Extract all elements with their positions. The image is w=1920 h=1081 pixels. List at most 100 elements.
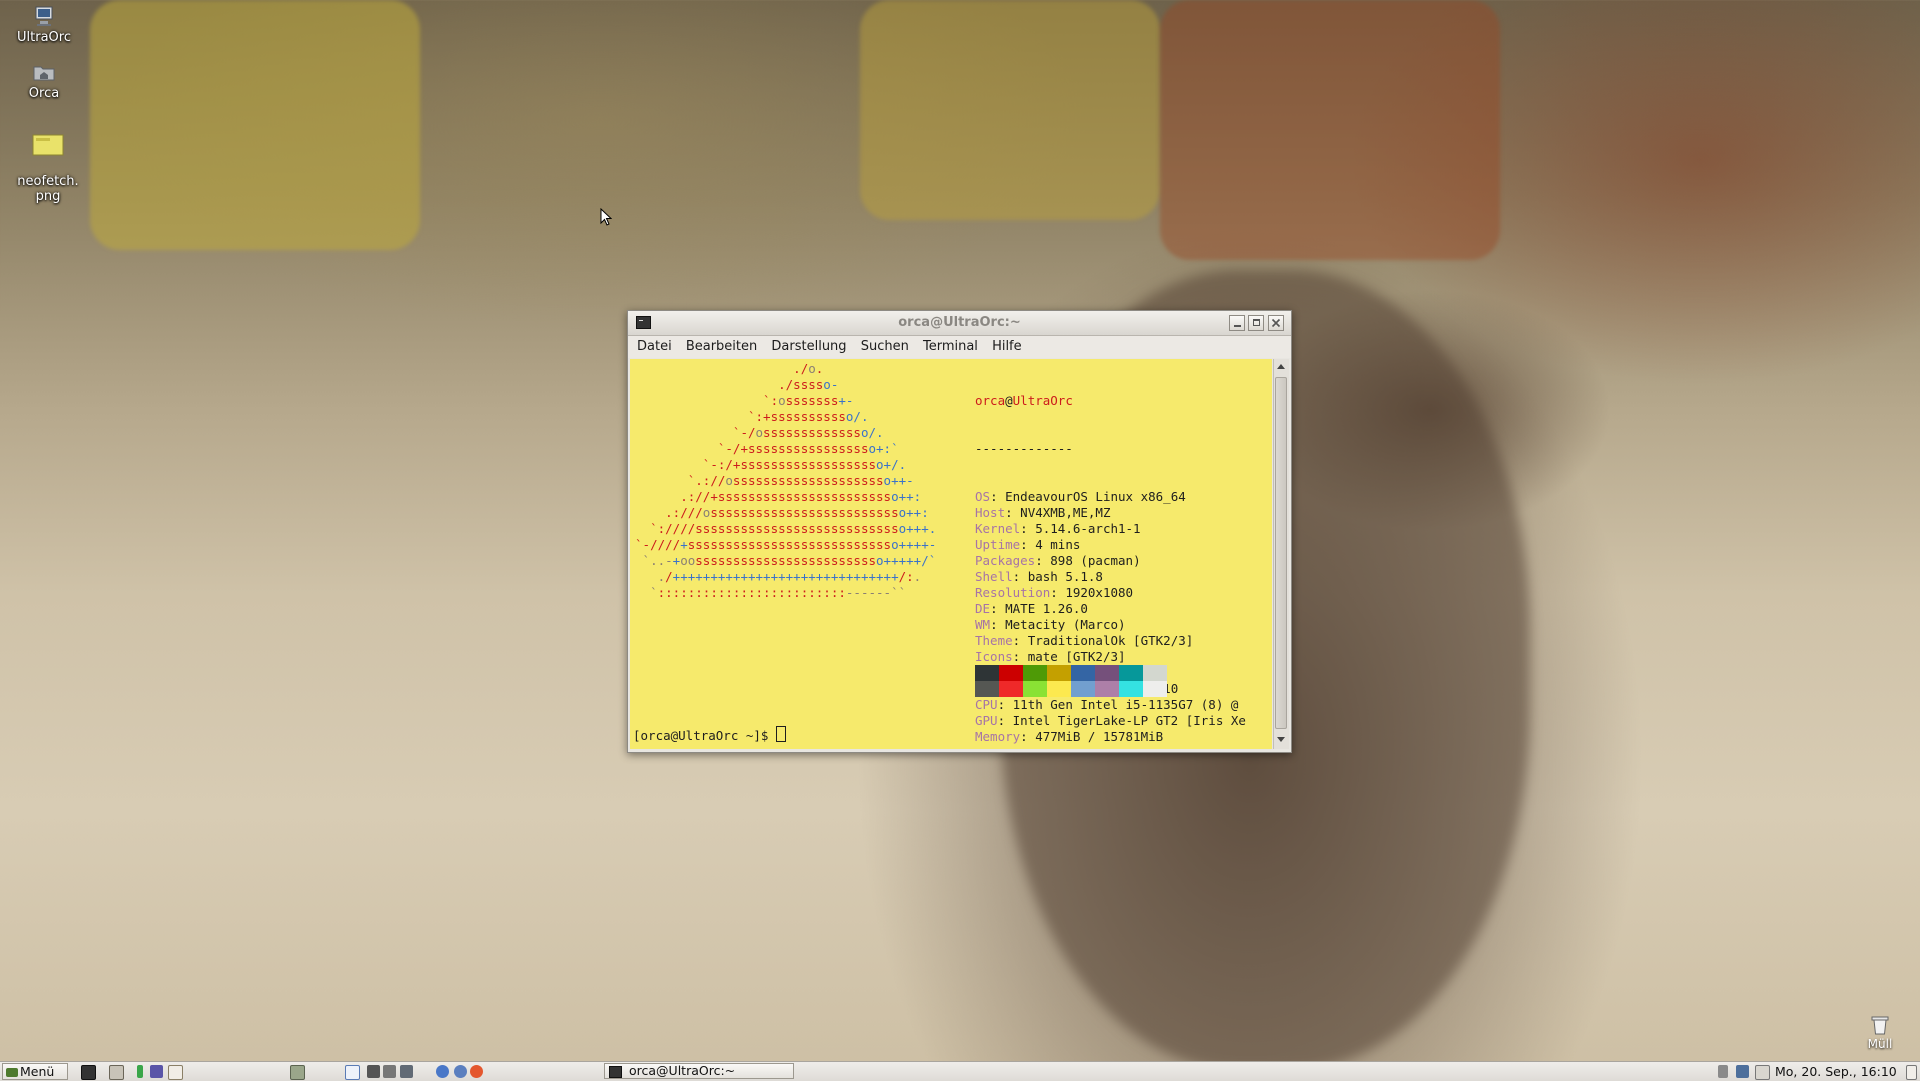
terminal-window[interactable]: orca@UltraOrc:~ Datei Bearbeiten Darstel… <box>627 310 1292 753</box>
info-colon: : <box>997 713 1013 728</box>
menu-help[interactable]: Hilfe <box>987 336 1027 354</box>
info-label: OS <box>975 489 991 504</box>
image-viewer-launcher-icon[interactable] <box>400 1065 413 1078</box>
scroll-thumb[interactable] <box>1275 377 1287 729</box>
ascii-line: `:osssssss+- <box>763 393 854 408</box>
info-colon: : <box>997 697 1013 712</box>
info-label: Icons <box>975 649 1013 664</box>
ascii-line: `-/+sssssssssssssssso+:` <box>717 441 899 456</box>
info-label: Resolution <box>975 585 1051 600</box>
window-title: orca@UltraOrc:~ <box>898 315 1021 330</box>
taskbar-window-terminal[interactable]: orca@UltraOrc:~ <box>604 1063 794 1079</box>
menu-view[interactable]: Darstellung <box>766 336 851 354</box>
clipboard-icon[interactable] <box>1755 1065 1770 1080</box>
file-manager-launcher-icon[interactable] <box>109 1065 124 1080</box>
color-swatch <box>1023 681 1047 697</box>
username: orca <box>975 393 1006 408</box>
color-swatch <box>1119 665 1143 681</box>
menu-search[interactable]: Suchen <box>856 336 914 354</box>
calculator-launcher-icon[interactable] <box>290 1065 305 1080</box>
close-button[interactable] <box>1268 315 1284 331</box>
trash-label: Müll <box>1867 1037 1893 1051</box>
text-editor-launcher-icon[interactable] <box>168 1065 183 1080</box>
ascii-line: `:////ssssssssssssssssssssssssssso+++. <box>650 521 937 536</box>
ascii-line: ./o. <box>793 361 824 376</box>
desktop-icon-label: Orca <box>28 86 60 101</box>
color-swatch <box>1143 665 1167 681</box>
ascii-line: `..-+oosssssssssssssssssssssssso+++++/` <box>642 553 937 568</box>
ascii-line: `:+sssssssssso/. <box>747 409 869 424</box>
desktop-icon-image[interactable]: neofetch. png <box>12 118 84 204</box>
main-menu-label: Menü <box>20 1064 55 1079</box>
firefox-launcher-icon[interactable] <box>470 1065 483 1078</box>
info-row: Kernel: 5.14.6-arch1-1 <box>975 521 1246 537</box>
info-label: Uptime <box>975 537 1021 552</box>
scroll-up-icon[interactable] <box>1277 364 1285 369</box>
info-label: Memory <box>975 729 1021 744</box>
ascii-line: `-/ossssssssssssso/. <box>732 425 884 440</box>
minimize-button[interactable] <box>1229 315 1245 331</box>
document-launcher-icon[interactable] <box>345 1065 360 1080</box>
info-row: CPU: 11th Gen Intel i5-1135G7 (8) @ <box>975 697 1246 713</box>
mouse-pointer-icon <box>600 208 612 226</box>
network-launcher-icon[interactable] <box>436 1065 449 1078</box>
separator-line: ------------- <box>975 441 1073 456</box>
info-row: OS: EndeavourOS Linux x86_64 <box>975 489 1246 505</box>
wallpaper-shelf-right <box>1160 0 1500 260</box>
info-value: 5.14.6-arch1-1 <box>1035 521 1141 536</box>
volume-icon[interactable] <box>1718 1065 1728 1078</box>
color-swatch <box>975 681 999 697</box>
network-status-icon[interactable] <box>1736 1065 1749 1078</box>
main-menu-button[interactable]: Menü <box>2 1063 68 1080</box>
desktop-icon-computer[interactable]: UltraOrc <box>8 4 80 45</box>
close-icon <box>1271 318 1281 328</box>
home-folder-icon <box>33 66 55 81</box>
info-colon: : <box>1012 569 1028 584</box>
info-colon: : <box>990 617 1006 632</box>
menu-edit[interactable]: Bearbeiten <box>681 336 762 354</box>
info-row: DE: MATE 1.26.0 <box>975 601 1246 617</box>
user-host-line: orca@UltraOrc <box>975 393 1246 409</box>
settings-launcher-icon[interactable] <box>150 1065 163 1078</box>
color-swatch <box>1047 681 1071 697</box>
info-row: Packages: 898 (pacman) <box>975 553 1246 569</box>
pidgin-launcher-icon[interactable] <box>454 1065 467 1078</box>
terminal-task-icon <box>609 1066 622 1078</box>
color-palette <box>975 665 1167 697</box>
info-value: Intel TigerLake-LP GT2 [Iris Xe <box>1012 713 1246 728</box>
clock[interactable]: Mo, 20. Sep., 16:10 <box>1775 1064 1897 1079</box>
ascii-line: ./++++++++++++++++++++++++++++++/:. <box>657 569 922 584</box>
desktop-icon-trash[interactable]: Müll <box>1860 1012 1900 1051</box>
computer-icon <box>35 6 53 26</box>
ascii-line: .:///ossssssssssssssssssssssssso++: <box>665 505 929 520</box>
info-colon: : <box>1020 537 1036 552</box>
show-desktop-icon[interactable] <box>1906 1065 1917 1080</box>
app-launcher-green-icon[interactable] <box>137 1065 143 1078</box>
media-launcher-icon[interactable] <box>383 1065 396 1078</box>
shell-prompt[interactable]: [orca@UltraOrc ~]$ <box>633 726 786 744</box>
info-value: TraditionalOk [GTK2/3] <box>1027 633 1194 648</box>
info-row: Shell: bash 5.1.8 <box>975 569 1246 585</box>
color-swatch <box>975 665 999 681</box>
info-value: MATE 1.26.0 <box>1005 601 1088 616</box>
menu-terminal[interactable]: Terminal <box>918 336 983 354</box>
scroll-down-icon[interactable] <box>1277 737 1285 742</box>
info-label: Kernel <box>975 521 1021 536</box>
maximize-button[interactable] <box>1248 315 1264 331</box>
vertical-scrollbar[interactable] <box>1273 359 1289 749</box>
info-value: 4 mins <box>1035 537 1081 552</box>
terminal-output[interactable]: ./o. ./sssso- `:osssssss+- `:+ssssssssss… <box>630 359 1272 749</box>
terminal-launcher-icon[interactable] <box>81 1065 96 1080</box>
window-titlebar[interactable]: orca@UltraOrc:~ <box>628 311 1291 336</box>
screenshot-launcher-icon[interactable] <box>367 1065 380 1078</box>
menu-file[interactable]: Datei <box>632 336 677 354</box>
color-swatch <box>1095 665 1119 681</box>
info-label: CPU <box>975 697 998 712</box>
taskbar-window-label: orca@UltraOrc:~ <box>629 1063 736 1078</box>
info-value: 11th Gen Intel i5-1135G7 (8) @ <box>1012 697 1239 712</box>
info-colon: : <box>1050 585 1066 600</box>
info-value: NV4XMB,ME,MZ <box>1020 505 1111 520</box>
info-label: Theme <box>975 633 1013 648</box>
color-swatch <box>1047 665 1071 681</box>
desktop-icon-home[interactable]: Orca <box>8 60 80 101</box>
